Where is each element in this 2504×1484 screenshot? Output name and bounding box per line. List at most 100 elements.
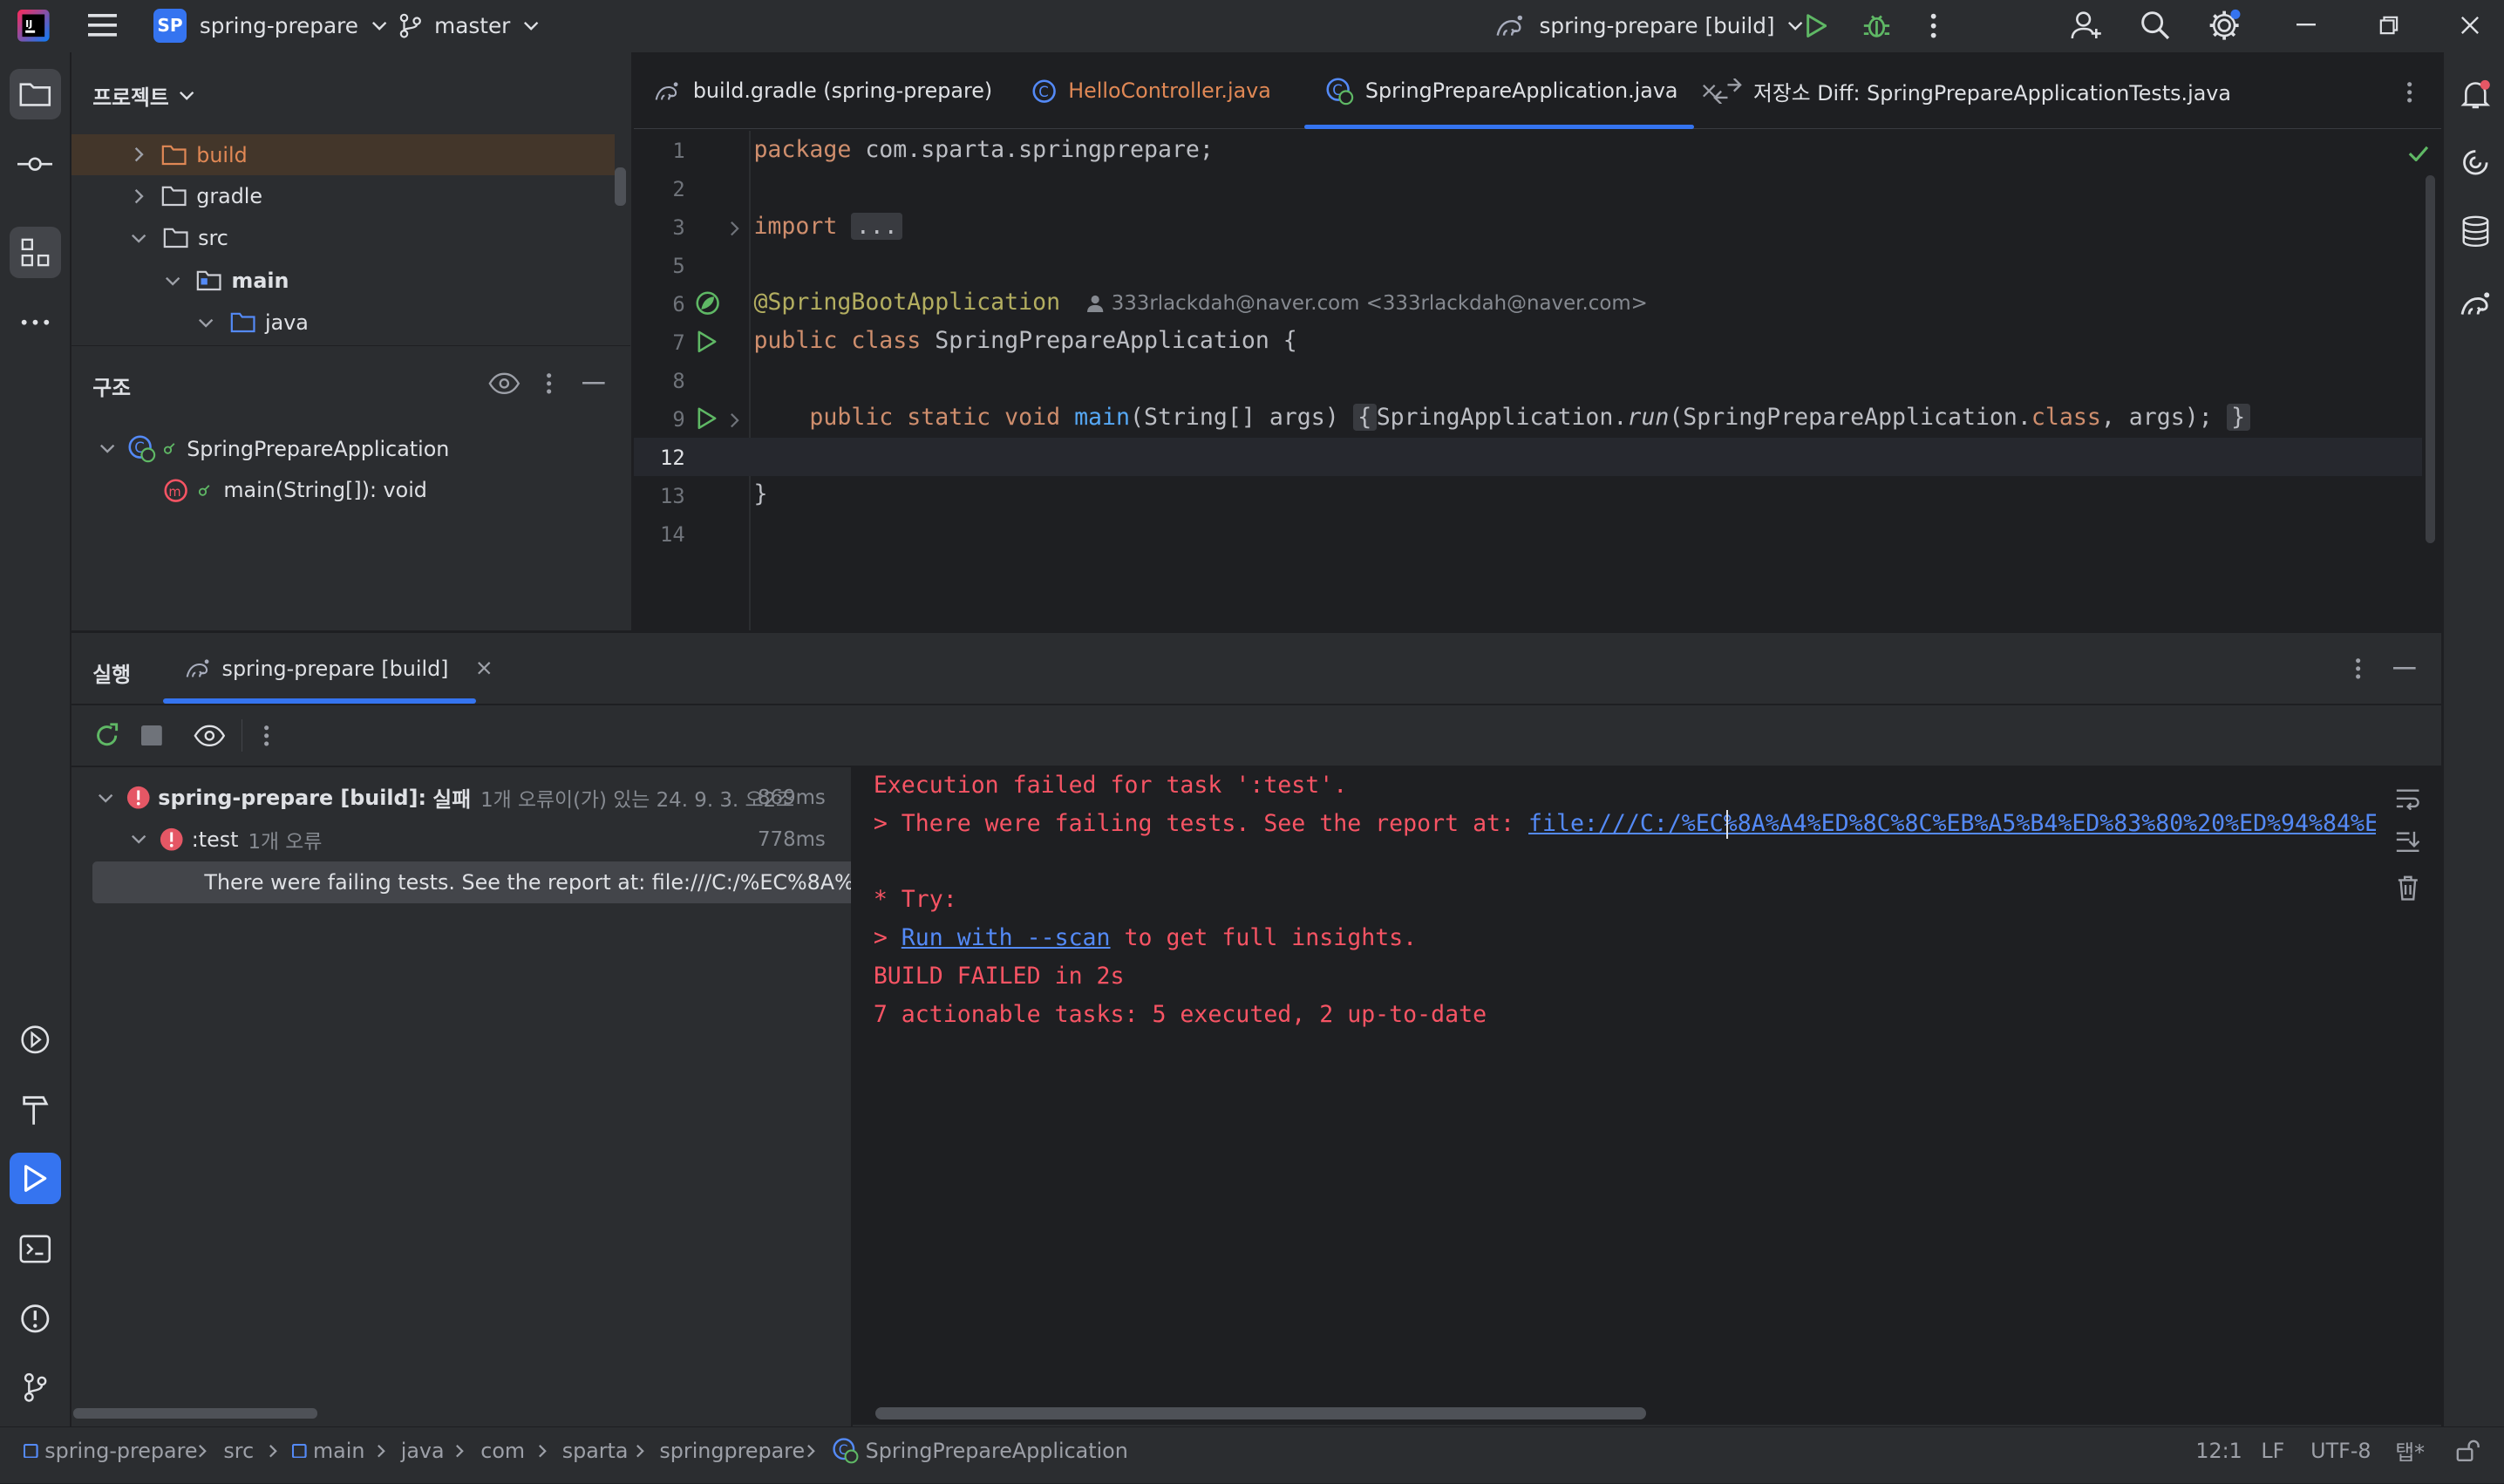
stop-icon[interactable] (136, 719, 168, 752)
file-encoding[interactable]: UTF-8 (2310, 1427, 2371, 1475)
build-tree-error-item[interactable]: There were failing tests. See the report… (92, 861, 853, 903)
structure-method-item[interactable]: m main(String[]): void (71, 469, 615, 511)
trash-icon[interactable] (2392, 872, 2425, 904)
more-actions-icon[interactable] (1916, 6, 1951, 44)
folder-icon (163, 228, 188, 248)
breadcrumb-item[interactable]: main (292, 1427, 364, 1475)
build-hammer-icon[interactable] (10, 1085, 61, 1136)
tree-scrollbar[interactable] (615, 167, 626, 207)
branch-selector[interactable]: master (399, 6, 539, 44)
tab-label: build.gradle (spring-prepare) (692, 78, 993, 104)
tree-item-gradle[interactable]: gradle (71, 175, 615, 217)
gradle-tool-icon[interactable] (2457, 284, 2495, 323)
structure-tool-button[interactable] (9, 227, 61, 278)
problems-tool-button[interactable] (10, 1294, 61, 1345)
project-panel-header[interactable]: 프로젝트 (92, 80, 194, 111)
add-user-icon[interactable] (2068, 6, 2106, 44)
test-task-detail: 1개 오류 (248, 830, 323, 854)
run-gutter-icon[interactable] (697, 330, 717, 353)
eye-icon[interactable] (487, 367, 522, 399)
code-line-1: package com.sparta.springprepare; (753, 135, 1214, 163)
build-tree-root[interactable]: spring-prepare [build]: 실패 1개 오류이(가) 있는 … (98, 779, 848, 817)
spring-class-icon: C (833, 1438, 859, 1464)
tree-item-java[interactable]: java (71, 302, 615, 344)
tab-hello-controller[interactable]: C HelloController.java (1031, 52, 1271, 129)
hide-panel-icon[interactable] (2391, 654, 2419, 683)
settings-gear-icon[interactable] (2205, 6, 2243, 44)
structure-class-name: SpringPrepareApplication (187, 436, 450, 461)
run-config-selector[interactable]: spring-prepare [build] (1494, 6, 1803, 44)
tree-item-src[interactable]: src (71, 217, 615, 259)
spring-bean-gutter-icon[interactable] (695, 290, 720, 316)
fold-chevron-icon[interactable] (730, 412, 741, 428)
project-selector[interactable]: SP spring-prepare (153, 6, 387, 44)
breadcrumb-item[interactable]: sparta (562, 1427, 629, 1475)
breadcrumb-item[interactable]: src (223, 1427, 254, 1475)
services-tool-button[interactable] (10, 1014, 61, 1065)
console-line: BUILD FAILED in 2s (873, 963, 1125, 990)
terminal-tool-button[interactable] (10, 1223, 61, 1275)
line-separator[interactable]: LF (2261, 1427, 2284, 1475)
lock-icon[interactable] (2456, 1427, 2481, 1475)
run-tab[interactable]: spring-prepare [build] (184, 633, 492, 704)
breadcrumb-item[interactable]: springprepare (659, 1427, 805, 1475)
git-branch-icon (399, 13, 422, 38)
git-tool-button[interactable] (10, 1362, 61, 1413)
breadcrumb-item[interactable]: java (401, 1427, 445, 1475)
fold-chevron-icon[interactable] (730, 221, 741, 236)
notifications-bell-icon[interactable] (2457, 75, 2495, 113)
line-number: 5 (672, 254, 685, 279)
structure-class-item[interactable]: C SpringPrepareApplication (71, 428, 615, 470)
indent-setting[interactable]: 탭* (2395, 1427, 2425, 1475)
editor-scrollbar[interactable] (2426, 175, 2436, 543)
build-status: 실패 (432, 787, 472, 813)
code-editor[interactable]: 1 2 3 5 6 7 8 9 12 13 14 package com.spa… (634, 131, 2442, 631)
build-tree-test[interactable]: :test 1개 오류 778ms (131, 820, 847, 859)
caret-position[interactable]: 12:1 (2195, 1427, 2242, 1475)
breadcrumb-item[interactable]: spring-prepare (24, 1427, 198, 1475)
more-options-icon[interactable] (536, 367, 561, 399)
tab-options-icon[interactable] (2397, 78, 2422, 107)
soft-wrap-icon[interactable] (2392, 782, 2425, 814)
commit-tool-button[interactable] (10, 139, 61, 190)
divider (71, 703, 2442, 705)
tab-spring-prepare-application[interactable]: C SpringPrepareApplication.java (1325, 52, 1716, 129)
breadcrumb-separator-icon (269, 1427, 278, 1475)
database-icon[interactable] (2457, 213, 2495, 251)
report-link[interactable]: file:///C:/%EC%8A%A4%ED%8C%8C%EB%A5%B4%E… (1528, 810, 2378, 837)
scan-link[interactable]: Run with --scan (902, 924, 1111, 951)
method-icon: m (164, 479, 187, 502)
main-menu-icon[interactable] (83, 6, 121, 44)
breadcrumb-item[interactable]: C SpringPrepareApplication (832, 1427, 1128, 1475)
editor-tab-bar: build.gradle (spring-prepare) C HelloCon… (634, 52, 2442, 130)
tree-item-build[interactable]: build (71, 133, 616, 176)
minimize-icon[interactable] (2287, 6, 2325, 44)
more-options-icon[interactable] (2345, 654, 2371, 683)
ai-assistant-icon[interactable] (2457, 144, 2495, 182)
more-tools-icon[interactable] (10, 297, 61, 349)
hide-panel-icon[interactable] (580, 367, 609, 399)
breadcrumb-item[interactable]: com (480, 1427, 525, 1475)
run-gutter-icon[interactable] (697, 407, 717, 430)
project-tool-button[interactable] (9, 68, 61, 120)
run-tool-button[interactable] (9, 1153, 61, 1204)
close-window-icon[interactable] (2451, 6, 2489, 44)
restore-icon[interactable] (2370, 6, 2408, 44)
search-icon[interactable] (2137, 6, 2175, 44)
rerun-icon[interactable] (91, 719, 123, 752)
code-author-hint[interactable]: 333rlackdah@naver.com <333rlackdah@naver… (1087, 292, 1648, 315)
console-h-scrollbar[interactable] (874, 1406, 1647, 1420)
run-icon[interactable] (1796, 6, 1834, 44)
more-options-icon[interactable] (254, 719, 279, 752)
scroll-to-end-icon[interactable] (2392, 826, 2425, 858)
eye-icon[interactable] (190, 719, 228, 752)
gradle-icon (186, 659, 209, 677)
debug-icon[interactable] (1857, 6, 1895, 44)
tab-build-gradle[interactable]: build.gradle (spring-prepare) (653, 52, 992, 129)
tab-diff[interactable]: 저장소 Diff: SpringPrepareApplicationTests.… (1713, 52, 2231, 129)
close-tab-icon[interactable] (477, 661, 491, 675)
public-access-icon (198, 485, 210, 496)
console-output[interactable]: Execution failed for task ':test'. > The… (853, 766, 2442, 1425)
tree-h-scrollbar[interactable] (73, 1407, 318, 1419)
tree-item-main[interactable]: main (71, 261, 615, 303)
